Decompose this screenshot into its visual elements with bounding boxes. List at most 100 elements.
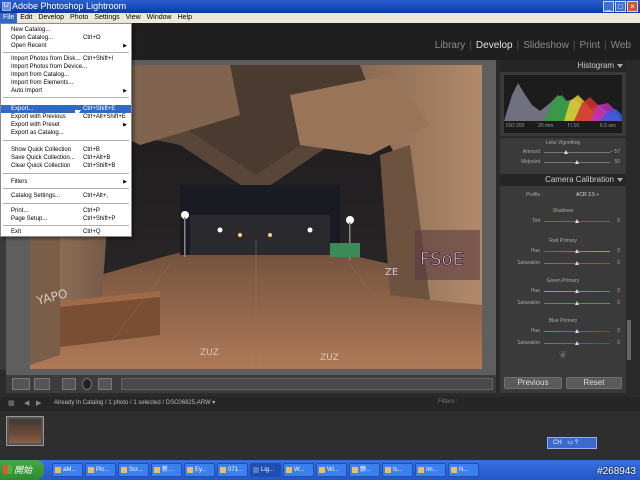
slider-knob[interactable] [564, 150, 568, 154]
slider-knob[interactable] [575, 341, 579, 345]
slider-knob[interactable] [575, 160, 579, 164]
back-arrow-icon[interactable]: ◀ [24, 399, 29, 407]
red-saturation-slider[interactable]: Saturation 0 [500, 260, 626, 268]
filmstrip-source-info[interactable]: Already In Catalog / 1 photo / 1 selecte… [54, 399, 215, 406]
taskbar-item[interactable]: aM... [52, 463, 83, 477]
lens-vignetting-title[interactable]: Lens Vignetting [500, 140, 626, 146]
slider-value[interactable]: − 57 [606, 149, 620, 155]
menu-item-page-setup[interactable]: Page Setup... Ctrl+Shift+P [1, 215, 131, 223]
menu-item-print[interactable]: Print... Ctrl+P [1, 207, 131, 215]
module-library[interactable]: Library [432, 40, 469, 51]
menu-file[interactable]: File [0, 13, 18, 23]
forward-arrow-icon[interactable]: ▶ [36, 399, 41, 407]
menu-item-auto-import[interactable]: Auto Import ▶ [1, 87, 131, 95]
module-develop[interactable]: Develop [473, 40, 516, 51]
taskbar-item[interactable]: 新... [151, 463, 182, 477]
slider-value[interactable]: 0 [606, 340, 620, 346]
lightroom-icon [253, 467, 259, 473]
slider-value[interactable]: 0 [606, 300, 620, 306]
slider-knob[interactable] [575, 329, 579, 333]
menu-view[interactable]: View [123, 13, 144, 23]
minimize-button[interactable]: _ [603, 1, 614, 12]
menu-window[interactable]: Window [144, 13, 175, 23]
module-slideshow[interactable]: Slideshow [520, 40, 572, 51]
slider-knob[interactable] [575, 289, 579, 293]
taskbar-item[interactable]: Ic... [382, 463, 413, 477]
taskbar-item[interactable]: 靜... [349, 463, 380, 477]
slider-value[interactable]: 0 [606, 288, 620, 294]
menu-item-show-quick-collection[interactable]: Show Quick Collection Ctrl+B [1, 146, 131, 154]
close-button[interactable]: × [627, 1, 638, 12]
slider-value[interactable]: 0 [606, 248, 620, 254]
redeye-tool-icon[interactable] [82, 378, 92, 390]
taskbar-item[interactable]: Scr... [118, 463, 149, 477]
menu-item-export[interactable]: Export... Ctrl+Shift+E [1, 105, 131, 113]
taskbar-item[interactable]: 071... [217, 463, 248, 477]
grid-icon[interactable]: ▦ [8, 399, 15, 407]
taskbar-item[interactable]: W... [283, 463, 314, 477]
slider-value[interactable]: 0 [606, 218, 620, 224]
slider-value[interactable]: 50 [606, 159, 620, 165]
taskbar-item[interactable]: Pic... [85, 463, 116, 477]
menu-item-export-preset[interactable]: Export with Preset ▶ [1, 121, 131, 129]
menu-item-exit[interactable]: Exit Ctrl+Q [1, 228, 131, 236]
slider-knob[interactable] [575, 219, 579, 223]
menu-help[interactable]: Help [175, 13, 195, 23]
start-button[interactable]: 開始 [0, 460, 44, 480]
taskbar-item-lightroom[interactable]: Lig... [250, 463, 281, 477]
menu-item-export-catalog[interactable]: Export as Catalog... [1, 129, 131, 137]
toolbar-content-field[interactable] [121, 378, 493, 390]
menu-item-clear-quick-collection[interactable]: Clear Quick Collection Ctrl+Shift+B [1, 162, 131, 170]
shadows-tint-slider[interactable]: Tint 0 [500, 218, 626, 226]
taskbar-item[interactable]: N... [448, 463, 479, 477]
red-hue-slider[interactable]: Hue 0 [500, 248, 626, 256]
camera-calibration-header[interactable]: Camera Calibration [500, 174, 626, 186]
module-web[interactable]: Web [608, 40, 634, 51]
loupe-view-button[interactable] [12, 378, 30, 390]
taskbar-item[interactable]: Wi... [316, 463, 347, 477]
menu-item-catalog-settings[interactable]: Catalog Settings... Ctrl+Alt+, [1, 192, 131, 200]
menu-item-export-previous[interactable]: Export with Previous Ctrl+Alt+Shift+E [1, 113, 131, 121]
slider-track[interactable] [544, 152, 610, 153]
slider-value[interactable]: 0 [606, 328, 620, 334]
white-balance-tool-icon[interactable] [98, 378, 112, 390]
menu-item-new-catalog[interactable]: New Catalog... [1, 26, 131, 34]
menu-item-open-recent[interactable]: Open Recent ▶ [1, 42, 131, 50]
slider-knob[interactable] [575, 261, 579, 265]
blue-saturation-slider[interactable]: Saturation 0 [500, 340, 626, 348]
menu-item-import-device[interactable]: Import Photos from Device... [1, 63, 131, 71]
menu-settings[interactable]: Settings [91, 13, 122, 23]
menu-item-save-quick-collection[interactable]: Save Quick Collection... Ctrl+Alt+B [1, 154, 131, 162]
taskbar-item[interactable]: Ey... [184, 463, 215, 477]
ime-language-bar[interactable]: CH ▭ ? [547, 437, 597, 449]
menu-item-shortcut: Ctrl+Alt+B [83, 155, 111, 161]
vignetting-amount-slider[interactable]: Amount − 57 [500, 149, 626, 157]
right-panel-scrollbar[interactable] [626, 60, 632, 393]
green-saturation-slider[interactable]: Saturation 0 [500, 300, 626, 308]
vignetting-midpoint-slider[interactable]: Midpoint 50 [500, 159, 626, 167]
slider-knob[interactable] [575, 301, 579, 305]
menu-edit[interactable]: Edit [17, 13, 35, 23]
reset-button[interactable]: Reset [566, 377, 622, 389]
menu-item-import-elements[interactable]: Import from Elements... [1, 79, 131, 87]
filmstrip-thumbnail[interactable] [6, 416, 44, 446]
menu-item-import-catalog[interactable]: Import from Catalog... [1, 71, 131, 79]
green-hue-slider[interactable]: Hue 0 [500, 288, 626, 296]
maximize-button[interactable]: □ [615, 1, 626, 12]
menu-develop[interactable]: Develop [35, 13, 67, 23]
histogram-header[interactable]: Histogram [500, 60, 626, 72]
module-print[interactable]: Print [576, 40, 603, 51]
before-after-button[interactable] [34, 378, 50, 390]
menu-item-filters[interactable]: Filters ▶ [1, 178, 131, 186]
scrollbar-thumb[interactable] [627, 320, 631, 360]
menu-item-open-catalog[interactable]: Open Catalog... Ctrl+O [1, 34, 131, 42]
slider-knob[interactable] [575, 249, 579, 253]
menu-item-import-disk[interactable]: Import Photos from Disk... Ctrl+Shift+I [1, 55, 131, 63]
taskbar-item[interactable]: Im... [415, 463, 446, 477]
slider-value[interactable]: 0 [606, 260, 620, 266]
menu-photo[interactable]: Photo [67, 13, 91, 23]
blue-hue-slider[interactable]: Hue 0 [500, 328, 626, 336]
previous-button[interactable]: Previous [504, 377, 562, 389]
crop-tool-icon[interactable] [62, 378, 76, 390]
profile-select[interactable]: ACR 3.5 ÷ [576, 192, 599, 198]
